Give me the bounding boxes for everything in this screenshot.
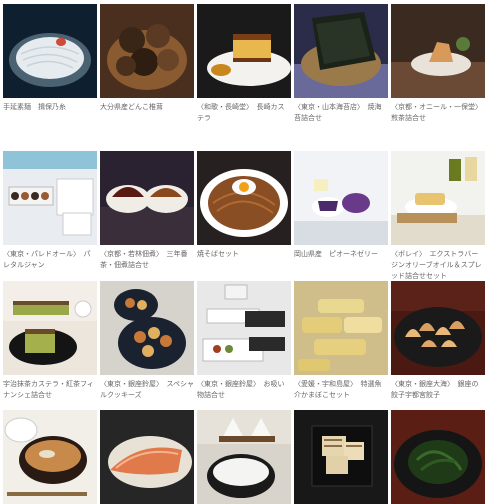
product-image-gyoza[interactable] (391, 281, 485, 375)
product-caption[interactable]: 〈東京・銀座大海〉 銀座の餃子宇都宮餃子 (391, 379, 485, 401)
product-caption[interactable]: 〈東京・銀座鈴屋〉 スペシャルクッキーズ (100, 379, 194, 401)
product-image-tsukudani[interactable] (100, 151, 194, 245)
product-image-sweets-box[interactable] (3, 151, 97, 245)
product-caption[interactable]: 手延素麺 揖保乃糸 (3, 102, 97, 113)
product-caption[interactable]: 大分県産どんこ椎茸 (100, 102, 194, 113)
product-caption[interactable]: 〈東京・銀座鈴屋〉 お吸い物詰合せ (197, 379, 291, 401)
product-caption[interactable]: 岡山県産 ピオーネゼリー (294, 249, 388, 260)
product-caption[interactable]: 〈東京・パレドオール〉 パレタルジャン (3, 249, 97, 271)
product-image-salmon[interactable] (100, 410, 194, 504)
product-caption[interactable]: 〈愛媛・宇和島屋〉 特選魚介かまぼこセット (294, 379, 388, 401)
product-image-matcha-castella[interactable] (3, 281, 97, 375)
product-image-somen[interactable] (3, 4, 97, 98)
product-caption[interactable]: 〈東京・山本海苔店〉 焼海苔詰合せ (294, 102, 388, 124)
product-caption[interactable]: 〈和歌・長崎堂〉 長崎カステラ (197, 102, 291, 124)
product-image-cookies[interactable] (100, 281, 194, 375)
product-image-grilled[interactable] (294, 410, 388, 504)
product-image-nori[interactable] (294, 4, 388, 98)
product-image-greens[interactable] (391, 410, 485, 504)
product-caption[interactable]: 〈ボレイ〉 エクストラバージンオリーブオイル＆スプレッド詰合せセット (391, 249, 485, 282)
product-caption[interactable]: 宇治抹茶カステラ・紅茶フィナンシェ詰合せ (3, 379, 97, 401)
product-caption[interactable]: 焼そばセット (197, 249, 291, 260)
product-image-shiitake[interactable] (100, 4, 194, 98)
product-image-kamaboko[interactable] (294, 281, 388, 375)
product-image-pione-jelly[interactable] (294, 151, 388, 245)
product-image-tea[interactable] (391, 4, 485, 98)
product-image-olive-oil[interactable] (391, 151, 485, 245)
product-image-osuimono[interactable] (197, 281, 291, 375)
product-image-rice[interactable] (197, 410, 291, 504)
product-caption[interactable]: 〈京都・オニール・一保堂〉 煎茶詰合せ (391, 102, 485, 124)
product-image-yakisoba[interactable] (197, 151, 291, 245)
product-caption[interactable]: 〈京都・若林佃煮〉 三年番茶・佃煮詰合せ (100, 249, 194, 271)
product-image-castella[interactable] (197, 4, 291, 98)
product-image-miso-soup[interactable] (3, 410, 97, 504)
